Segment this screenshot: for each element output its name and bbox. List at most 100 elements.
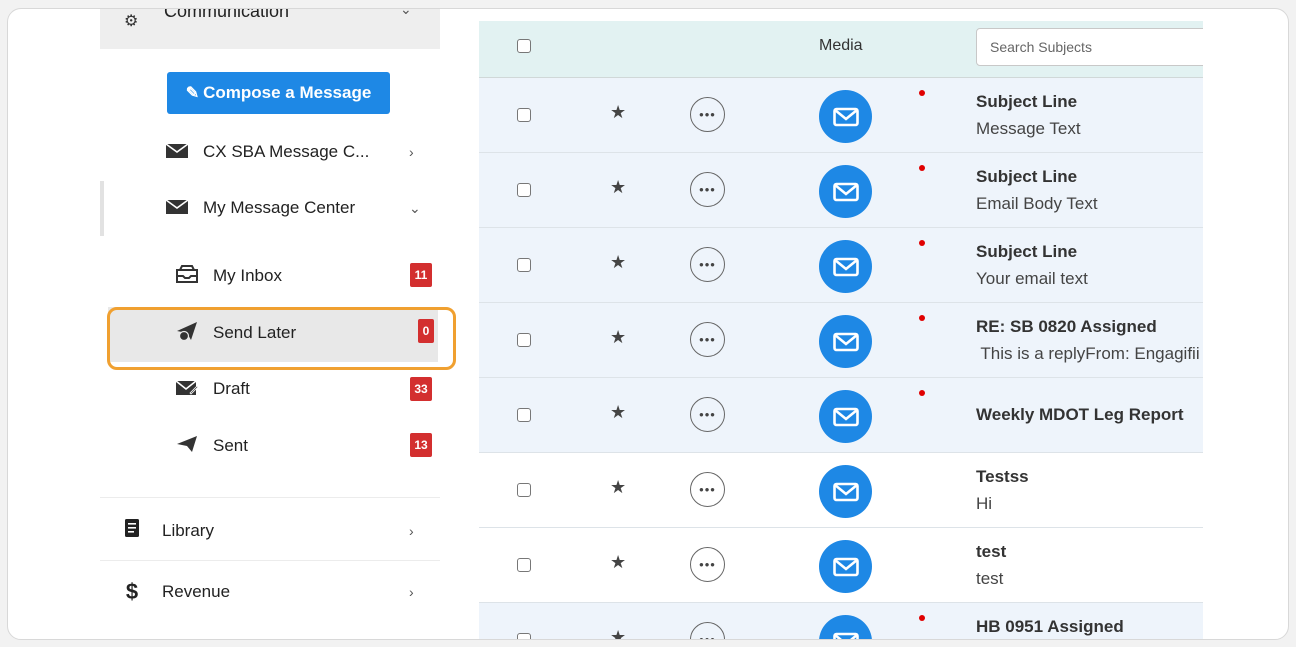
more-options-icon[interactable]: •••	[690, 172, 725, 207]
sidebar-item-label: Sent	[213, 436, 248, 455]
table-row[interactable]: ★ ••• Subject Line Email Body Text	[479, 153, 1203, 228]
row-checkbox[interactable]	[517, 183, 531, 202]
row-checkbox[interactable]	[517, 633, 531, 639]
message-subject[interactable]: Weekly MDOT Leg Report	[976, 405, 1184, 425]
message-preview: This is a replyFrom: Engagifii	[976, 344, 1200, 363]
table-row[interactable]: ★ ••• Weekly MDOT Leg Report	[479, 378, 1203, 453]
star-icon[interactable]: ★	[610, 552, 626, 573]
table-row[interactable]: ★ ••• RE: SB 0820 Assigned This is a reply…	[479, 303, 1203, 378]
star-icon[interactable]: ★	[610, 102, 626, 123]
table-row[interactable]: ★ ••• Subject Line Message Text	[479, 78, 1203, 153]
paper-plane-icon	[173, 435, 201, 458]
mail-icon	[163, 141, 191, 164]
inbox-count-badge: 11	[410, 263, 432, 287]
unread-dot	[919, 165, 925, 171]
sidebar-section-communication[interactable]: ⚙ Communication ⌄	[100, 8, 440, 49]
document-icon	[120, 518, 144, 544]
row-checkbox[interactable]	[517, 258, 531, 277]
star-icon[interactable]: ★	[610, 252, 626, 273]
more-options-icon[interactable]: •••	[690, 397, 725, 432]
more-options-icon[interactable]: •••	[690, 547, 725, 582]
star-icon[interactable]: ★	[610, 477, 626, 498]
sidebar-section-label: Revenue	[162, 582, 231, 601]
row-checkbox[interactable]	[517, 408, 531, 427]
message-preview: test	[976, 569, 1004, 588]
email-media-icon	[819, 390, 872, 443]
mail-icon	[163, 197, 191, 220]
sidebar-section-label: Communication	[164, 8, 290, 21]
more-options-icon[interactable]: •••	[690, 322, 725, 357]
divider	[100, 497, 440, 498]
draft-icon	[173, 378, 201, 401]
message-subject[interactable]: Subject Line	[976, 167, 1077, 187]
email-media-icon	[819, 240, 872, 293]
compose-message-button[interactable]: ✎ Compose a Message	[167, 72, 390, 114]
email-media-icon	[819, 465, 872, 518]
dollar-icon: $	[125, 579, 139, 604]
star-icon[interactable]: ★	[610, 402, 626, 423]
sidebar-item-my-inbox[interactable]: My Inbox	[173, 261, 435, 291]
message-subject[interactable]: HB 0951 Assigned	[976, 617, 1124, 637]
message-preview: Message Text	[976, 119, 1081, 138]
star-icon[interactable]: ★	[610, 177, 626, 198]
message-subject[interactable]: test	[976, 542, 1006, 562]
sidebar-item-cx-sba-message-center[interactable]: CX SBA Message C... ›	[163, 137, 433, 167]
unread-dot	[919, 615, 925, 621]
row-checkbox[interactable]	[517, 483, 531, 502]
sidebar-item-label: CX SBA Message C...	[203, 142, 370, 161]
draft-count-badge: 33	[410, 377, 432, 401]
table-row[interactable]: ★ ••• Subject Line Your email text	[479, 228, 1203, 303]
star-icon[interactable]: ★	[610, 627, 626, 639]
more-options-icon[interactable]: •••	[690, 97, 725, 132]
unread-dot	[919, 90, 925, 96]
email-media-icon	[819, 165, 872, 218]
sidebar-item-my-message-center[interactable]: My Message Center ⌄	[163, 193, 433, 223]
sidebar-item-label: My Message Center	[203, 198, 356, 217]
message-subject[interactable]: Testss	[976, 467, 1029, 487]
star-icon[interactable]: ★	[610, 327, 626, 348]
message-subject[interactable]: Subject Line	[976, 242, 1077, 262]
table-row[interactable]: ★ ••• HB 0951 Assigned	[479, 603, 1203, 639]
edit-icon: ✎	[185, 85, 200, 102]
message-preview: Hi	[976, 494, 993, 513]
people-icon: ⚙	[124, 13, 139, 30]
row-checkbox[interactable]	[517, 558, 531, 577]
app-frame: ⚙ Communication ⌄ ✎ Compose a Message CX…	[7, 8, 1289, 640]
more-options-icon[interactable]: •••	[690, 622, 725, 639]
sent-count-badge: 13	[410, 433, 432, 457]
message-subject[interactable]: RE: SB 0820 Assigned	[976, 317, 1157, 337]
row-checkbox[interactable]	[517, 108, 531, 127]
sidebar-item-draft[interactable]: Draft	[173, 374, 435, 404]
message-subject[interactable]: Subject Line	[976, 92, 1077, 112]
table-row[interactable]: ★ ••• test test	[479, 528, 1203, 603]
chevron-right-icon: ›	[409, 144, 414, 160]
sidebar-section-library[interactable]: Library ›	[120, 516, 440, 546]
select-all-checkbox[interactable]	[517, 39, 531, 58]
divider	[100, 560, 440, 561]
chevron-right-icon: ›	[409, 584, 414, 600]
unread-dot	[919, 240, 925, 246]
more-options-icon[interactable]: •••	[690, 472, 725, 507]
unread-dot	[919, 390, 925, 396]
chevron-down-icon: ⌄	[409, 199, 421, 216]
more-options-icon[interactable]: •••	[690, 247, 725, 282]
message-table: Media ★ ••• Subject Line Message Text ★ ••• Su…	[479, 21, 1203, 639]
message-preview: Email Body Text	[976, 194, 1098, 213]
sidebar-item-label: Draft	[213, 379, 250, 398]
inbox-icon	[173, 264, 201, 288]
sidebar-section-label: Library	[162, 521, 214, 540]
send-later-highlight	[107, 307, 456, 370]
message-preview: Your email text	[976, 269, 1088, 288]
email-media-icon	[819, 90, 872, 143]
unread-dot	[919, 315, 925, 321]
chevron-right-icon: ›	[409, 523, 414, 539]
sidebar-section-revenue[interactable]: $ Revenue ›	[120, 577, 440, 607]
active-group-indicator	[100, 181, 104, 236]
row-checkbox[interactable]	[517, 333, 531, 352]
search-subjects-input[interactable]	[976, 28, 1203, 66]
table-row[interactable]: ★ ••• Testss Hi	[479, 453, 1203, 528]
sidebar-item-sent[interactable]: Sent	[173, 431, 435, 461]
email-media-icon	[819, 540, 872, 593]
email-media-icon	[819, 315, 872, 368]
media-column-header: Media	[819, 37, 863, 54]
